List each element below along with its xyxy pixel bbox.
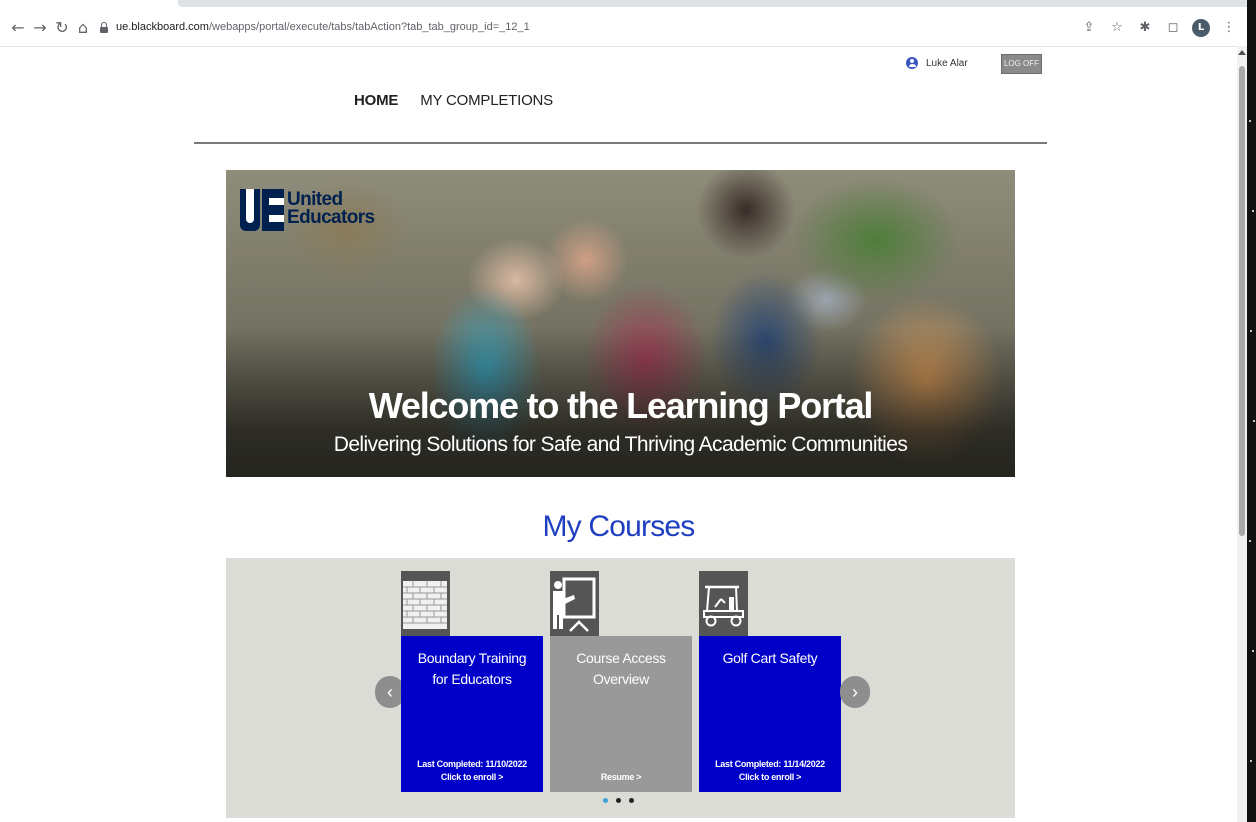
brick-wall-icon [401,571,450,636]
course-action-link[interactable]: Click to enroll > [401,772,543,782]
chevron-right-icon: › [852,682,858,702]
carousel-dot-2[interactable] [616,798,621,803]
desktop-edge [1247,0,1256,822]
carousel-dot-3[interactable] [629,798,634,803]
united-educators-logo: United Educators [240,189,375,231]
lock-icon[interactable] [100,22,108,33]
nav-home[interactable]: HOME [354,92,398,109]
reload-icon[interactable]: ↻ [52,18,72,38]
side-panel-icon[interactable]: ◻ [1164,19,1182,37]
logo-line-2: Educators [287,207,375,228]
logoff-button[interactable]: LOG OFF [1001,54,1042,74]
carousel-next-button[interactable]: › [840,676,870,708]
url-host: ue.blackboard.com [116,21,209,33]
courses-carousel: ‹ Boundary Training for Educators Last C… [226,558,1015,818]
vertical-scrollbar[interactable] [1237,46,1247,822]
my-courses-heading: My Courses [542,510,695,543]
chevron-left-icon: ‹ [387,682,393,702]
carousel-dot-1[interactable] [603,798,608,803]
course-last-completed: Last Completed: 11/14/2022 [715,759,825,769]
tab-strip [0,0,1256,10]
course-card[interactable]: Golf Cart Safety Last Completed: 11/14/2… [699,571,841,792]
course-title[interactable]: Course Access Overview [558,648,684,690]
bookmark-star-icon[interactable]: ☆ [1108,19,1126,37]
golf-cart-icon [699,571,748,636]
course-card[interactable]: Course Access Overview Resume > [550,571,692,792]
course-action-link[interactable]: Resume > [550,772,692,782]
hero-subtitle: Delivering Solutions for Safe and Thrivi… [333,433,908,456]
scroll-thumb[interactable] [1239,66,1245,536]
share-icon[interactable]: ⇪ [1080,19,1098,37]
home-icon[interactable]: ⌂ [73,18,93,38]
nav-divider [194,142,1047,144]
course-action-link[interactable]: Click to enroll > [699,772,841,782]
course-title[interactable]: Golf Cart Safety [707,648,833,669]
hero-banner: United Educators Welcome to the Learning… [226,170,1015,477]
extensions-puzzle-icon[interactable]: ✱ [1136,19,1154,37]
course-card-panel[interactable]: Course Access Overview Resume > [550,636,692,792]
user-menu[interactable]: Luke Alar [906,55,968,71]
course-title[interactable]: Boundary Training for Educators [409,648,535,690]
top-navigation: HOME MY COMPLETIONS [354,92,553,109]
ue-logo-mark [240,189,284,231]
extensions-area: ⇪ ☆ ✱ ◻ L ⋮ [1080,18,1238,38]
user-icon [906,57,918,69]
carousel-pagination [603,798,634,803]
presenter-board-icon [550,571,599,636]
url-path: /webapps/portal/execute/tabs/tabAction?t… [208,21,530,33]
hero-title: Welcome to the Learning Portal [368,385,874,426]
user-name: Luke Alar [926,57,968,69]
scroll-up-arrow-icon[interactable] [1238,50,1246,55]
course-card[interactable]: Boundary Training for Educators Last Com… [401,571,543,792]
back-icon[interactable]: ← [8,18,28,38]
nav-my-completions[interactable]: MY COMPLETIONS [420,92,553,109]
course-card-panel[interactable]: Boundary Training for Educators Last Com… [401,636,543,792]
profile-avatar[interactable]: L [1192,19,1210,37]
url-field[interactable]: ue.blackboard.com/webapps/portal/execute… [96,18,1196,40]
address-bar: ← → ↻ ⌂ ue.blackboard.com/webapps/portal… [0,12,1256,47]
course-last-completed: Last Completed: 11/10/2022 [417,759,527,769]
forward-icon[interactable]: → [30,18,50,38]
course-card-panel[interactable]: Golf Cart Safety Last Completed: 11/14/2… [699,636,841,792]
menu-dots-icon[interactable]: ⋮ [1220,19,1238,37]
tab-strip-bar [178,0,1256,7]
